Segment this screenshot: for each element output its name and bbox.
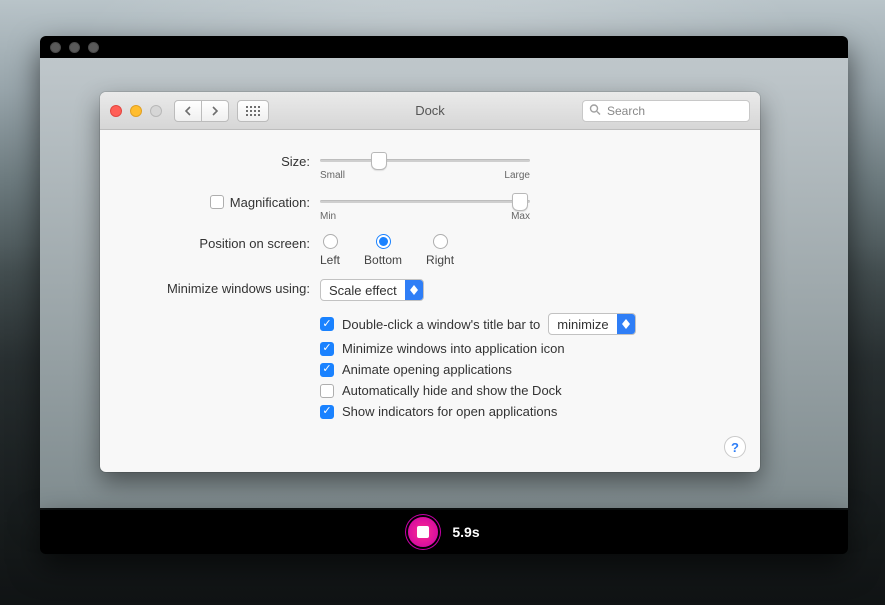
position-label: Position on screen: bbox=[120, 234, 320, 252]
indicators-checkbox[interactable] bbox=[320, 405, 334, 419]
zoom-icon[interactable] bbox=[88, 42, 99, 53]
forward-button[interactable] bbox=[201, 100, 229, 122]
close-icon[interactable] bbox=[50, 42, 61, 53]
position-right-label: Right bbox=[426, 253, 454, 267]
close-icon[interactable] bbox=[110, 105, 122, 117]
prefs-toolbar: Dock Search bbox=[100, 92, 760, 130]
size-max-label: Large bbox=[504, 170, 530, 181]
stop-recording-button[interactable] bbox=[408, 517, 438, 547]
animate-opening-label: Animate opening applications bbox=[342, 362, 512, 377]
minimize-icon[interactable] bbox=[130, 105, 142, 117]
magnification-checkbox[interactable] bbox=[210, 195, 224, 209]
mag-min-label: Min bbox=[320, 211, 336, 222]
position-left-radio[interactable] bbox=[323, 234, 338, 249]
double-click-action-value: minimize bbox=[557, 317, 608, 332]
zoom-icon[interactable] bbox=[150, 105, 162, 117]
back-button[interactable] bbox=[174, 100, 202, 122]
help-button[interactable]: ? bbox=[724, 436, 746, 458]
search-field-wrap: Search bbox=[582, 100, 750, 122]
magnification-slider[interactable] bbox=[320, 200, 530, 203]
double-click-checkbox[interactable] bbox=[320, 317, 334, 331]
minimize-into-icon-label: Minimize windows into application icon bbox=[342, 341, 565, 356]
updown-arrows-icon bbox=[405, 280, 423, 300]
position-left-label: Left bbox=[320, 253, 340, 267]
chevron-right-icon bbox=[211, 106, 219, 116]
outer-window-titlebar bbox=[40, 36, 848, 58]
double-click-label: Double-click a window's title bar to bbox=[342, 317, 540, 332]
position-bottom-radio[interactable] bbox=[376, 234, 391, 249]
grid-icon bbox=[246, 106, 260, 116]
outer-window-content: Dock Search Size: bbox=[40, 58, 848, 508]
nav-back-forward bbox=[174, 100, 229, 122]
minimize-into-icon-checkbox[interactable] bbox=[320, 342, 334, 356]
indicators-label: Show indicators for open applications bbox=[342, 404, 557, 419]
double-click-action-popup[interactable]: minimize bbox=[548, 313, 635, 335]
show-all-button[interactable] bbox=[237, 100, 269, 122]
recording-bar: 5.9s bbox=[40, 510, 848, 554]
size-label: Size: bbox=[120, 152, 320, 170]
autohide-label: Automatically hide and show the Dock bbox=[342, 383, 562, 398]
magnification-slider-thumb[interactable] bbox=[512, 193, 528, 211]
animate-opening-checkbox[interactable] bbox=[320, 363, 334, 377]
minimize-using-label: Minimize windows using: bbox=[120, 279, 320, 297]
mag-max-label: Max bbox=[511, 211, 530, 222]
position-bottom-label: Bottom bbox=[364, 253, 402, 267]
dock-preferences-window: Dock Search Size: bbox=[100, 92, 760, 472]
prefs-body: Size: Small Large M bbox=[100, 130, 760, 435]
size-slider-thumb[interactable] bbox=[371, 152, 387, 170]
chevron-left-icon bbox=[184, 106, 192, 116]
autohide-checkbox[interactable] bbox=[320, 384, 334, 398]
updown-arrows-icon bbox=[617, 314, 635, 334]
size-min-label: Small bbox=[320, 170, 345, 181]
position-right-radio[interactable] bbox=[433, 234, 448, 249]
traffic-lights bbox=[110, 105, 162, 117]
size-slider[interactable] bbox=[320, 159, 530, 162]
minimize-effect-popup[interactable]: Scale effect bbox=[320, 279, 424, 301]
minimize-effect-value: Scale effect bbox=[329, 283, 397, 298]
search-icon bbox=[589, 103, 601, 118]
screen-recording-window: Dock Search Size: bbox=[40, 36, 848, 508]
recording-time: 5.9s bbox=[452, 524, 479, 540]
magnification-label: Magnification: bbox=[230, 195, 310, 210]
minimize-icon[interactable] bbox=[69, 42, 80, 53]
search-input[interactable]: Search bbox=[582, 100, 750, 122]
